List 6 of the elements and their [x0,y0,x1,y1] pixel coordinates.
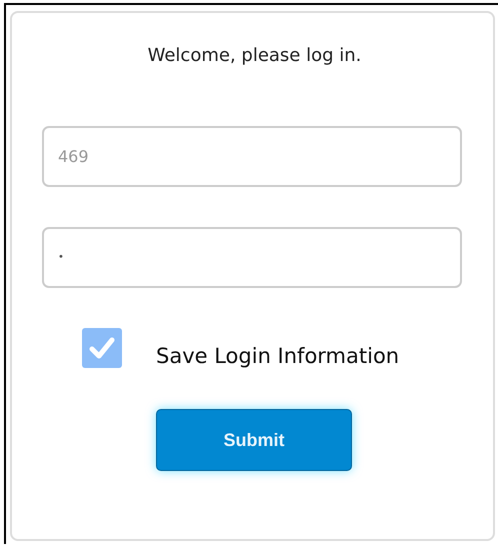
username-field[interactable]: 469 [42,126,462,187]
password-field[interactable]: • [42,227,462,288]
checkmark-icon [90,338,114,358]
save-login-label: Save Login Information [156,344,400,368]
welcome-heading: Welcome, please log in. [148,45,362,66]
save-login-checkbox[interactable] [82,328,122,368]
